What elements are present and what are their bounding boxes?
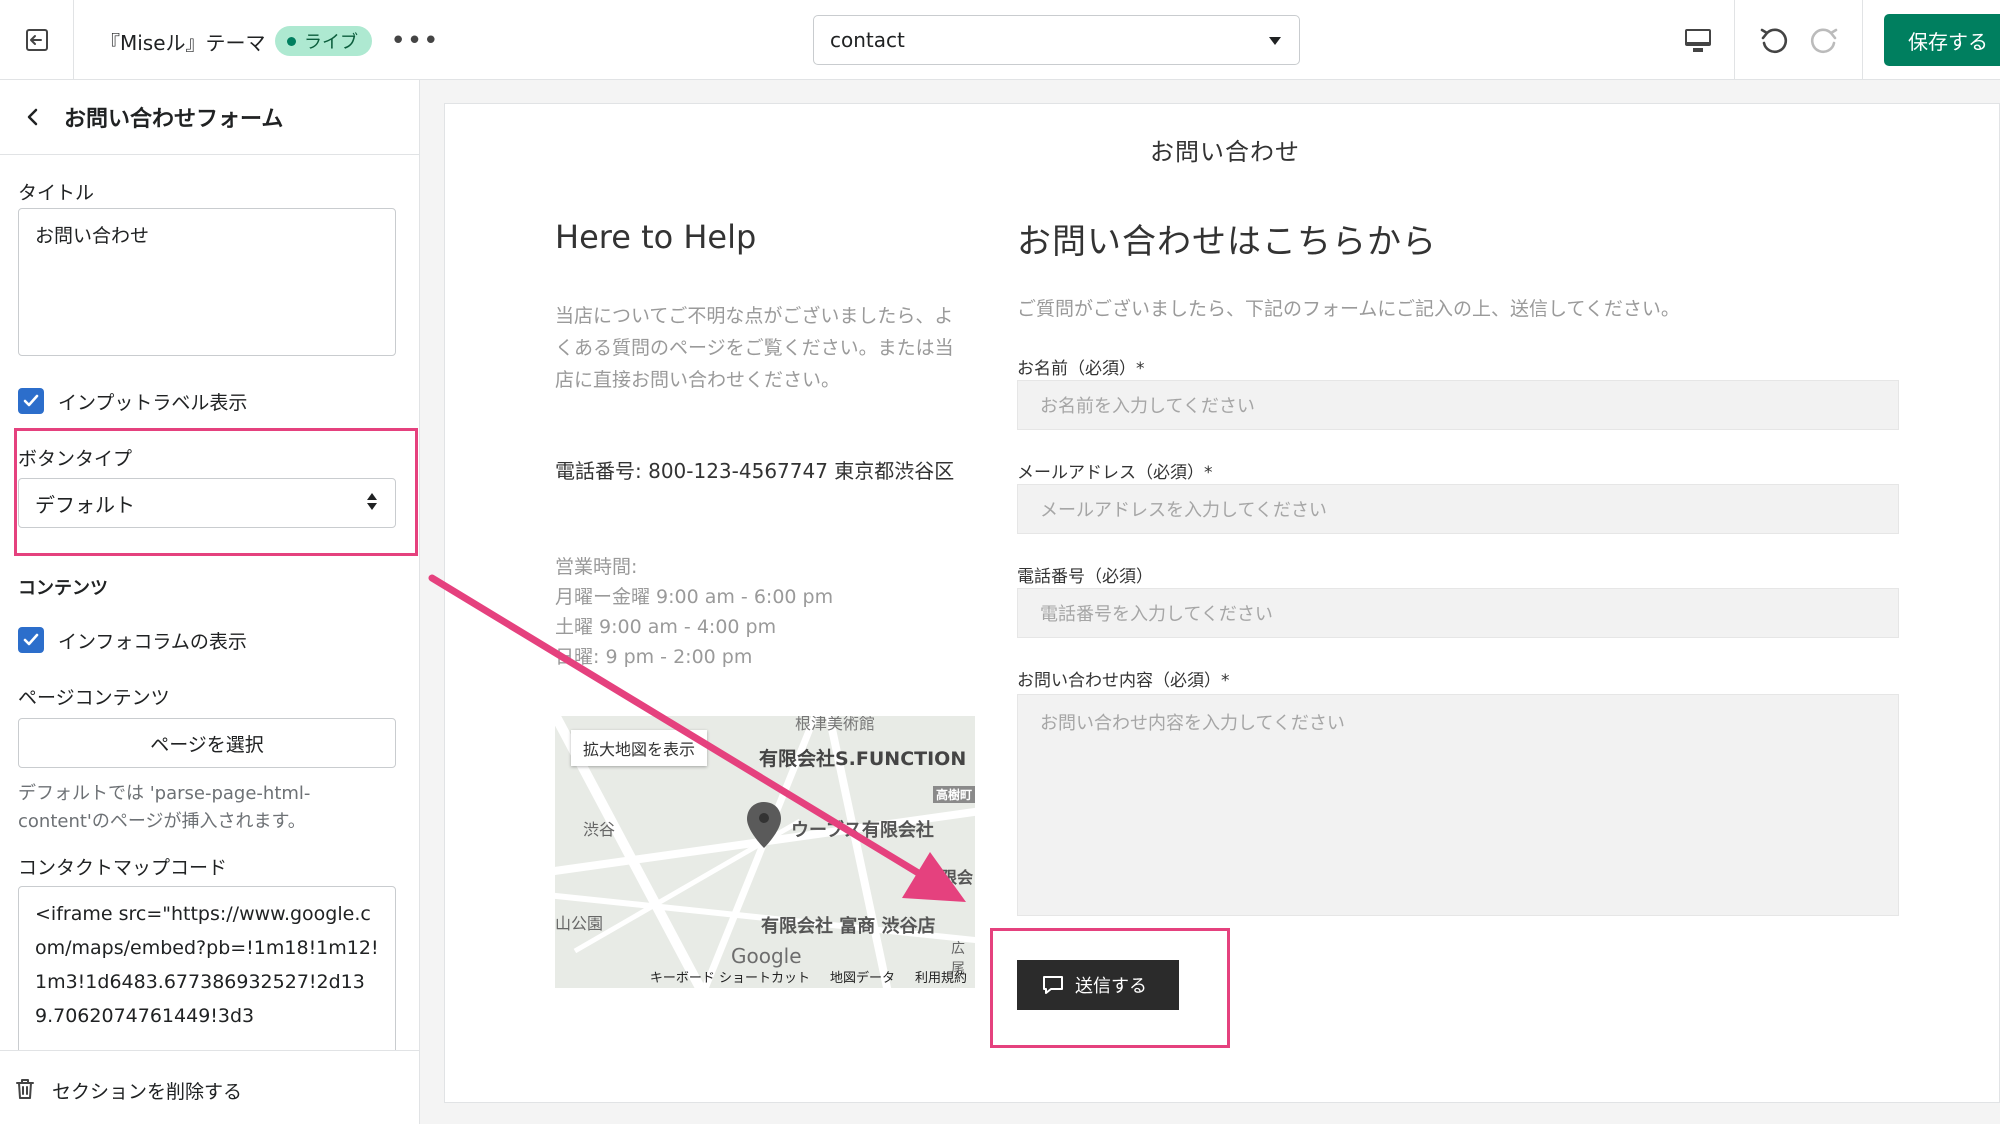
map-data-link[interactable]: 地図データ: [830, 967, 895, 986]
phone-label: 電話番号（必須）: [1017, 567, 1153, 587]
info-phone: 電話番号: 800-123-4567747 東京都渋谷区: [555, 459, 955, 483]
delete-section-button[interactable]: セクションを削除する: [52, 1077, 242, 1104]
live-badge-label: ライブ: [304, 32, 358, 53]
map-footer: キーボード ショートカット 地図データ 利用規約: [555, 964, 975, 988]
info-title: Here to Help: [555, 218, 757, 256]
checkmark-icon: [23, 394, 39, 407]
page-heading: お問い合わせ: [1150, 138, 1300, 166]
map-place-label: 有限会社 富商 渋谷店: [761, 916, 936, 937]
live-dot-icon: [287, 36, 296, 46]
business-hours: 営業時間: 月曜ー金曜 9:00 am - 6:00 pm 土曜 9:00 am…: [555, 552, 885, 672]
page-content-label: ページコンテンツ: [18, 687, 170, 709]
undo-icon: [1760, 28, 1788, 54]
content-heading: コンテンツ: [18, 578, 108, 599]
map-place-label: 有限会社S.FUNCTION: [759, 748, 967, 770]
redo-button[interactable]: [1804, 18, 1844, 62]
email-label: メールアドレス（必須）*: [1017, 463, 1213, 483]
map-keyboard-shortcuts[interactable]: キーボード ショートカット: [650, 967, 810, 986]
trash-icon: [16, 1079, 34, 1099]
map-place-label: 渋谷: [583, 820, 616, 839]
show-info-column-text: インフォコラムの表示: [58, 631, 247, 653]
name-field[interactable]: お名前を入力してください: [1017, 380, 1899, 430]
theme-editor: 『Miseル』テーマ ライブ ••• contact 保存する お問い合わせフォ…: [0, 0, 2000, 1124]
map-code-label: コンタクトマップコード: [18, 857, 228, 879]
map-code-input[interactable]: <iframe src="https://www.google.com/maps…: [18, 886, 396, 1066]
divider: [1862, 0, 1863, 80]
redo-icon: [1810, 28, 1838, 54]
settings-sidebar: お問い合わせフォーム タイトル お問い合わせ インプットラベル表示 ボタンタイプ…: [0, 80, 420, 1124]
page-selector[interactable]: contact: [813, 15, 1300, 65]
checkmark-icon: [23, 633, 39, 646]
live-badge: ライブ: [275, 26, 372, 56]
phone-field[interactable]: 電話番号を入力してください: [1017, 588, 1899, 638]
exit-button[interactable]: [0, 0, 74, 80]
exit-icon: [25, 29, 48, 51]
form-description: ご質問がございましたら、下記のフォームにご記入の上、送信してください。: [1017, 298, 1680, 320]
desktop-icon: [1685, 29, 1711, 52]
page-selector-value: contact: [830, 28, 905, 52]
more-actions-button[interactable]: •••: [391, 24, 439, 58]
map-place-label: 有限会: [925, 868, 974, 887]
undo-button[interactable]: [1754, 18, 1794, 62]
message-label: お問い合わせ内容（必須）*: [1017, 671, 1230, 691]
highlight-button-type: [14, 428, 418, 556]
show-input-label-text: インプットラベル表示: [58, 392, 248, 414]
save-button[interactable]: 保存する: [1884, 14, 2000, 66]
back-button[interactable]: [18, 102, 46, 132]
sidebar-footer: セクションを削除する: [0, 1050, 419, 1124]
message-field[interactable]: お問い合わせ内容を入力してください: [1017, 694, 1899, 916]
hours-saturday: 土曜 9:00 am - 4:00 pm: [555, 616, 777, 638]
more-icon: •••: [390, 26, 440, 56]
hours-weekday: 月曜ー金曜 9:00 am - 6:00 pm: [555, 586, 834, 608]
theme-name: 『Miseル』テーマ: [100, 31, 266, 55]
hours-title: 営業時間:: [555, 556, 638, 578]
map-place-label: 高樹町: [933, 786, 975, 803]
caret-down-icon: [1269, 37, 1281, 45]
top-bar: 『Miseル』テーマ ライブ ••• contact 保存する: [0, 0, 2000, 80]
map-terms-link[interactable]: 利用規約: [915, 967, 967, 986]
map-enlarge-button[interactable]: 拡大地図を表示: [571, 730, 708, 766]
highlight-submit-button: [990, 928, 1230, 1048]
embedded-map[interactable]: 拡大地図を表示 有限会社S.FUNCTION ウーブス有限会社 有限会社 富商 …: [555, 716, 975, 988]
device-preview-button[interactable]: [1676, 18, 1720, 62]
back-icon: [27, 108, 38, 126]
select-page-button[interactable]: ページを選択: [18, 718, 396, 768]
title-input[interactable]: お問い合わせ: [18, 208, 396, 356]
form-title: お問い合わせはこちらから: [1017, 222, 1437, 262]
map-place-label: 山公園: [555, 914, 604, 933]
show-info-column-checkbox[interactable]: [18, 627, 44, 653]
map-pin-icon: [747, 802, 781, 848]
divider: [1734, 0, 1735, 80]
map-place-label: ウーブス有限会社: [791, 820, 934, 841]
email-field[interactable]: メールアドレスを入力してください: [1017, 484, 1899, 534]
section-title: お問い合わせフォーム: [64, 107, 284, 132]
page-content-help: デフォルトでは 'parse-page-html-content'のページが挿入…: [18, 783, 311, 832]
title-label: タイトル: [18, 182, 95, 204]
show-input-label-checkbox[interactable]: [18, 388, 44, 414]
info-description: 当店についてご不明な点がございましたら、よくある質問のページをご覧ください。また…: [555, 305, 954, 391]
hours-sunday: 日曜: 9 pm - 2:00 pm: [555, 646, 753, 668]
name-label: お名前（必須）*: [1017, 359, 1145, 379]
sidebar-header: お問い合わせフォーム: [0, 80, 419, 155]
map-place-label: 根津美術館: [795, 716, 876, 733]
